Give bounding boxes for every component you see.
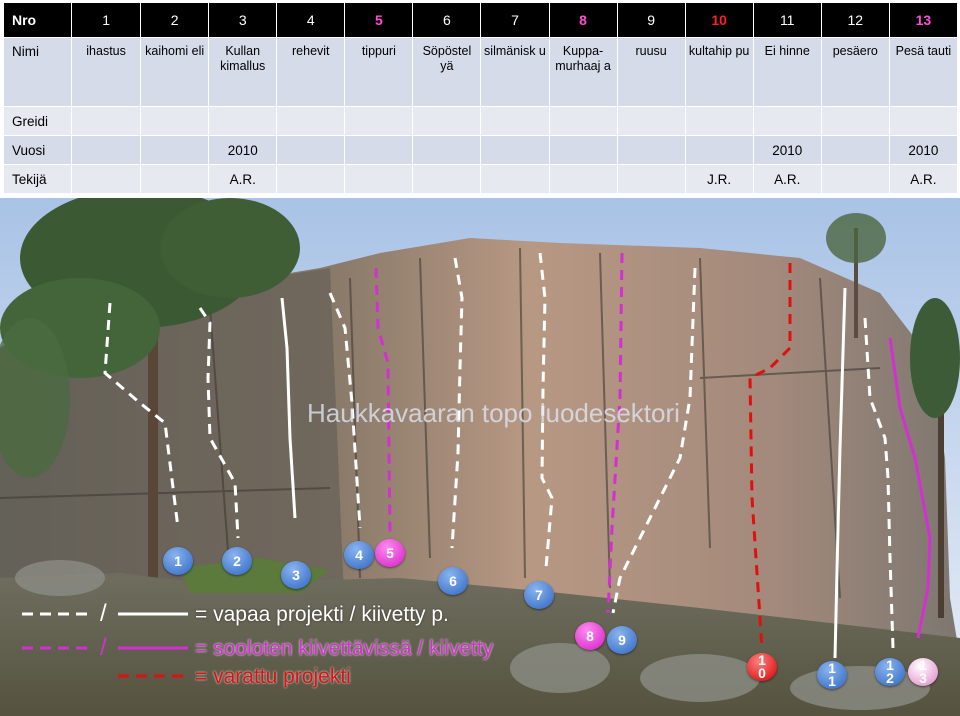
route-year-11: 2010 xyxy=(752,135,822,165)
route-marker-10: 1 0 xyxy=(747,653,777,681)
route-year-7 xyxy=(480,135,550,165)
route-number-12: 12 xyxy=(820,2,890,38)
topo-photo: / / Haukkavaaran topo luodesektori = vap… xyxy=(0,198,960,716)
author-row-label: Tekijä xyxy=(2,164,73,194)
route-year-6 xyxy=(412,135,482,165)
route-grade-13 xyxy=(888,106,959,136)
route-name-10: kultahip pu xyxy=(684,37,754,107)
route-author-10: J.R. xyxy=(684,164,754,194)
author-row: Tekijä A.R. J.R. A.R. A.R. xyxy=(2,164,959,194)
route-grade-8 xyxy=(548,106,618,136)
name-row-label: Nimi xyxy=(2,37,73,107)
route-author-12 xyxy=(820,164,890,194)
route-grade-1 xyxy=(71,106,142,136)
route-name-1: ihastus xyxy=(71,37,142,107)
route-number-9: 9 xyxy=(616,2,686,38)
route-author-9 xyxy=(616,164,686,194)
route-author-8 xyxy=(548,164,618,194)
route-name-7: silmänisk u xyxy=(480,37,550,107)
name-row: Nimi ihastus kaihomi eli Kullan kimallus re… xyxy=(2,37,959,107)
route-name-8: Kuppa- murhaaj a xyxy=(548,37,618,107)
route-name-6: Söpöstel yä xyxy=(412,37,482,107)
route-marker-1: 1 xyxy=(163,547,193,575)
route-year-10 xyxy=(684,135,754,165)
legend-pink-text: = sooloten kiivettävissä / kiivetty xyxy=(195,637,494,660)
route-grade-12 xyxy=(820,106,890,136)
route-year-5 xyxy=(344,135,414,165)
route-marker-9: 9 xyxy=(607,626,637,654)
route-number-10: 10 xyxy=(684,2,754,38)
route-grade-7 xyxy=(480,106,550,136)
route-marker-7: 7 xyxy=(524,581,554,609)
legend-white-text: = vapaa projekti / kiivetty p. xyxy=(195,603,449,626)
grade-row-label: Greidi xyxy=(2,106,73,136)
grade-row: Greidi xyxy=(2,106,959,136)
year-row: Vuosi 2010 2010 2010 xyxy=(2,135,959,165)
route-name-4: rehevit xyxy=(276,37,346,107)
route-grade-10 xyxy=(684,106,754,136)
route-number-7: 7 xyxy=(480,2,550,38)
route-marker-13: 1 3 xyxy=(908,658,938,686)
route-marker-6: 6 xyxy=(438,567,468,595)
route-author-13: A.R. xyxy=(888,164,959,194)
route-year-3: 2010 xyxy=(208,135,278,165)
route-grade-6 xyxy=(412,106,482,136)
route-marker-2: 2 xyxy=(222,547,252,575)
route-table: Nro 1 2 3 4 5 6 7 8 9 10 11 12 13 Nimi ihastus kaihom… xyxy=(2,2,959,194)
route-number-2: 2 xyxy=(140,2,210,38)
route-name-2: kaihomi eli xyxy=(140,37,210,107)
route-number-13: 13 xyxy=(888,2,959,38)
number-row: Nro 1 2 3 4 5 6 7 8 9 10 11 12 13 xyxy=(2,2,959,38)
route-grade-2 xyxy=(140,106,210,136)
route-name-5: tippuri xyxy=(344,37,414,107)
route-number-4: 4 xyxy=(276,2,346,38)
route-year-8 xyxy=(548,135,618,165)
route-author-5 xyxy=(344,164,414,194)
route-name-13: Pesä tauti xyxy=(888,37,959,107)
route-year-4 xyxy=(276,135,346,165)
route-number-1: 1 xyxy=(71,2,142,38)
route-number-5: 5 xyxy=(344,2,414,38)
year-row-label: Vuosi xyxy=(2,135,73,165)
route-grade-5 xyxy=(344,106,414,136)
legend-red-text: = varattu projekti xyxy=(195,665,351,688)
route-marker-11: 1 1 xyxy=(817,661,847,689)
route-grade-3 xyxy=(208,106,278,136)
route-grade-9 xyxy=(616,106,686,136)
route-year-12 xyxy=(820,135,890,165)
route-name-12: pesäero xyxy=(820,37,890,107)
route-year-2 xyxy=(140,135,210,165)
route-grade-4 xyxy=(276,106,346,136)
route-author-1 xyxy=(71,164,142,194)
route-author-6 xyxy=(412,164,482,194)
route-marker-12: 1 2 xyxy=(875,658,905,686)
route-marker-5: 5 xyxy=(375,539,405,567)
route-author-11: A.R. xyxy=(752,164,822,194)
route-name-9: ruusu xyxy=(616,37,686,107)
route-author-4 xyxy=(276,164,346,194)
route-name-11: Ei hinne xyxy=(752,37,822,107)
route-author-3: A.R. xyxy=(208,164,278,194)
legend-slash-pink: / xyxy=(100,634,107,661)
route-grade-11 xyxy=(752,106,822,136)
topo-title: Haukkavaaran topo luodesektori xyxy=(307,398,680,428)
route-year-13: 2010 xyxy=(888,135,959,165)
route-year-9 xyxy=(616,135,686,165)
route-year-1 xyxy=(71,135,142,165)
route-marker-8: 8 xyxy=(575,622,605,650)
route-author-2 xyxy=(140,164,210,194)
number-row-label: Nro xyxy=(2,2,73,38)
route-number-3: 3 xyxy=(208,2,278,38)
route-marker-4: 4 xyxy=(344,541,374,569)
route-number-6: 6 xyxy=(412,2,482,38)
route-number-8: 8 xyxy=(548,2,618,38)
route-author-7 xyxy=(480,164,550,194)
route-name-3: Kullan kimallus xyxy=(208,37,278,107)
route-marker-3: 3 xyxy=(281,561,311,589)
legend-slash-white: / xyxy=(100,600,107,627)
route-number-11: 11 xyxy=(752,2,822,38)
